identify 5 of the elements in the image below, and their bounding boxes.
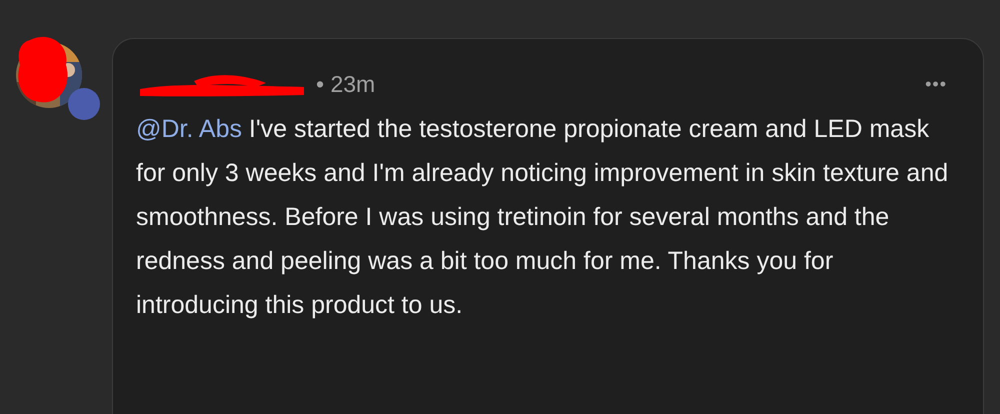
comment-text: @Dr. Abs I've started the testosterone propionate cream and LED mask for only 3 weeks and I'm already noticing improvement in skin texture and smoothness. Before I was using tretinoin for several months and the redness and peeling was a bit too much for me. Thanks you for introducing this product to us. — [136, 114, 950, 321]
timestamp: • 23m — [316, 70, 376, 98]
more-options-button[interactable]: ••• — [925, 74, 947, 94]
mention-link[interactable]: @Dr. Abs — [136, 115, 242, 143]
avatar-badge — [68, 88, 100, 120]
